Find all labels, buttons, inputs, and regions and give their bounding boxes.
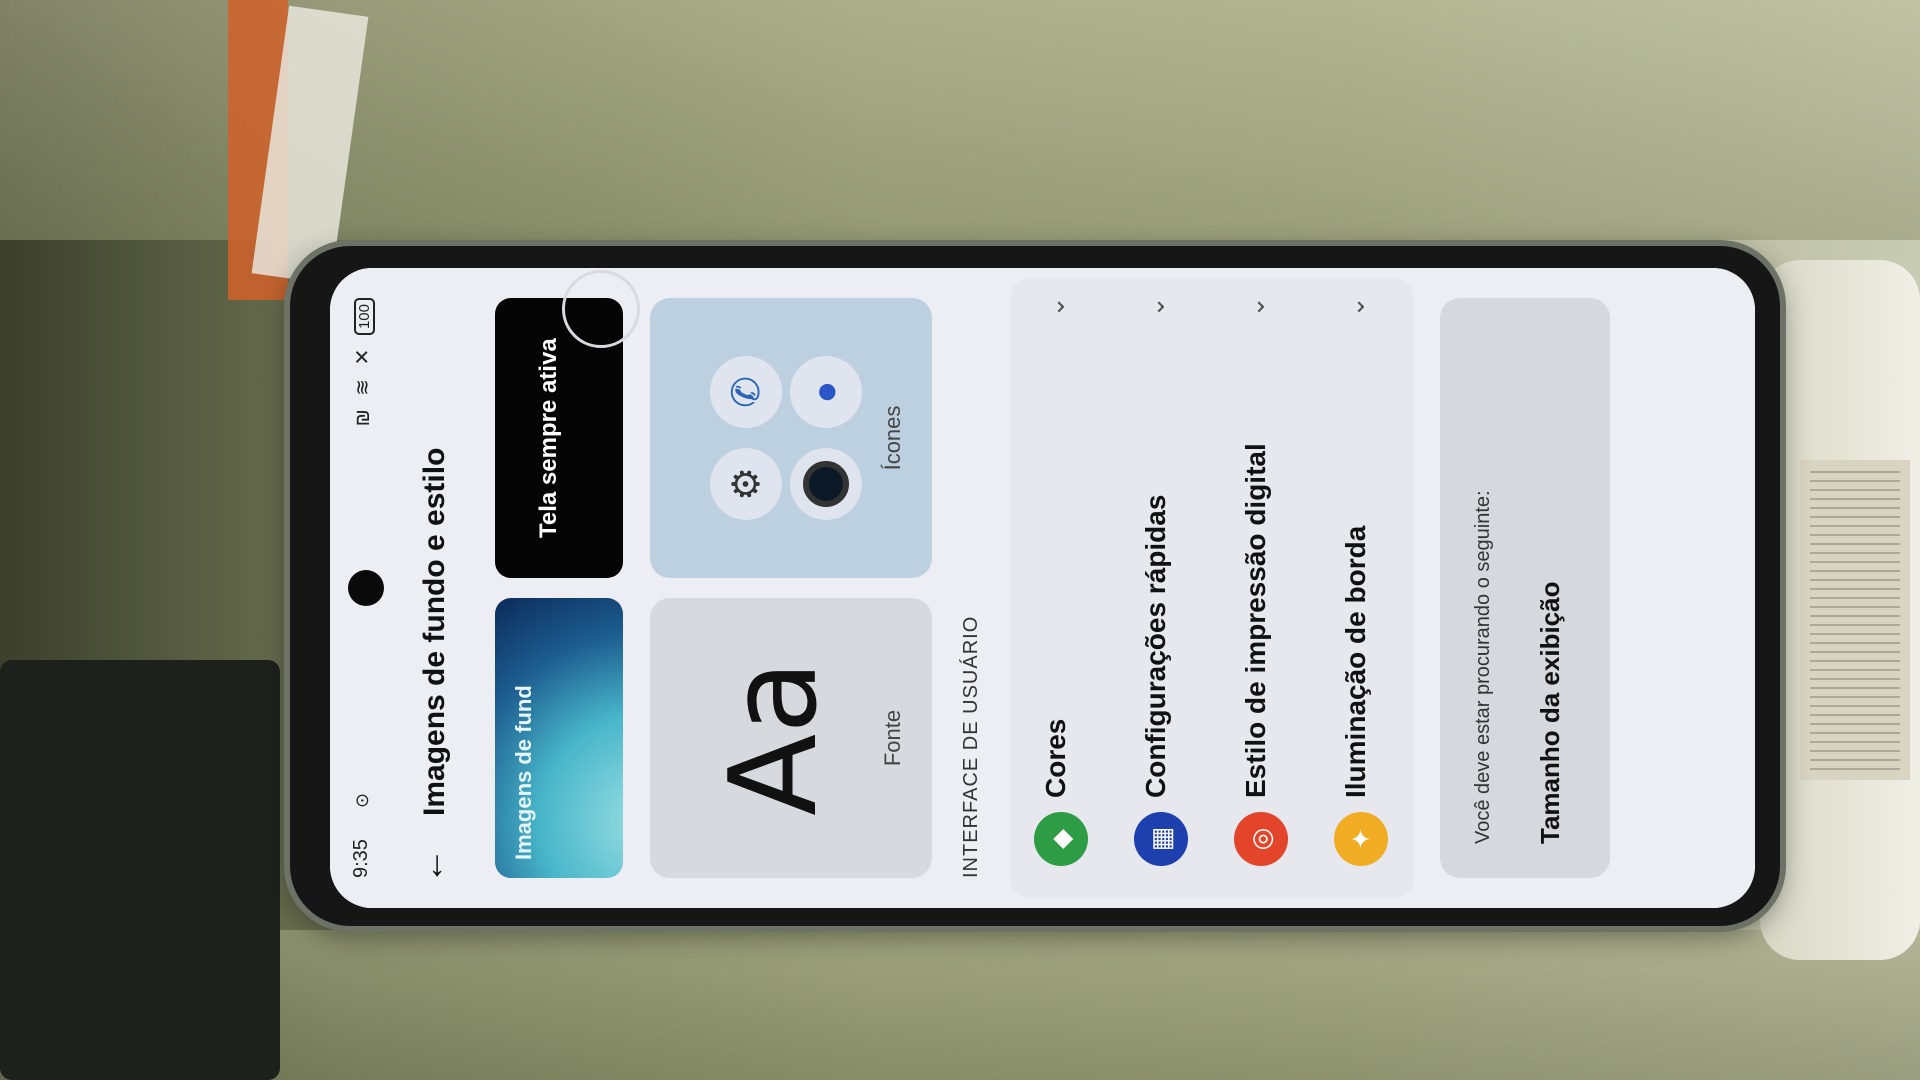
header: ← Imagens de fundo e estilo (410, 268, 470, 908)
mute-icon: ✕ (352, 344, 374, 366)
list-item-label: Cores (1040, 718, 1071, 798)
chevron-down-icon: ⌄ (1140, 296, 1170, 318)
list-item-label: Estilo de impressão digital (1240, 443, 1271, 798)
background-shelf-bottom (0, 930, 1920, 1080)
list-item-edge-lighting[interactable]: ✦ Iluminação de borda ⌄ (1310, 278, 1410, 898)
display-size-link[interactable]: Tamanho da exibição (1535, 582, 1566, 844)
phone-screen: 9:35 ⊙ ₪ ≋ ✕ 100 ← Imagens de fundo e es… (330, 268, 1755, 908)
wallpaper-label: Imagens de fund (511, 685, 536, 860)
quick-settings-icon: ▦ (1134, 812, 1188, 866)
list-item-label: Iluminação de borda (1340, 525, 1371, 798)
edge-lighting-icon: ✦ (1334, 812, 1388, 866)
list-item-label: Configurações rápidas (1140, 494, 1171, 798)
list-item-colors[interactable]: ◆ Cores ⌄ (1010, 278, 1110, 898)
status-time: 9:35 (350, 839, 372, 878)
page-title: Imagens de fundo e estilo (418, 447, 451, 816)
battery-indicator: 100 (354, 298, 375, 336)
suggestion-prompt: Você deve estar procurando o seguinte: (1472, 490, 1494, 844)
wallpaper-preview[interactable]: Imagens de fund (495, 598, 623, 878)
chevron-down-icon: ⌄ (1240, 296, 1270, 318)
suggestion-card: Você deve estar procurando o seguinte: T… (1440, 298, 1610, 878)
settings-gear-icon: ⚙ (710, 448, 782, 520)
phone-icon: ✆ (710, 356, 782, 428)
icons-label: Ícones (880, 405, 905, 471)
wifi-icon: ≋ (352, 374, 374, 396)
front-camera (348, 570, 384, 606)
aod-label: Tela sempre ativa (535, 338, 562, 538)
status-icons: ₪ ≋ ✕ 100 (350, 298, 375, 426)
chevron-down-icon: ⌄ (1340, 296, 1370, 318)
icons-card[interactable]: ⚙ ✆ ● Ícones (650, 298, 932, 578)
section-title: INTERFACE DE USUÁRIO (960, 615, 982, 878)
nfc-icon: ₪ (352, 405, 374, 427)
camera-icon (790, 448, 862, 520)
list-item-fingerprint-style[interactable]: ◎ Estilo de impressão digital ⌄ (1210, 278, 1310, 898)
back-arrow-icon[interactable]: ← (410, 848, 452, 884)
floating-circle (562, 270, 640, 348)
list-item-quick-settings[interactable]: ▦ Configurações rápidas ⌄ (1110, 278, 1210, 898)
sync-icon: ⊙ (352, 792, 372, 808)
mount-label (1800, 460, 1910, 780)
palette-icon: ◆ (1034, 812, 1088, 866)
chevron-down-icon: ⌄ (1040, 296, 1070, 318)
ui-settings-list: ◆ Cores ⌄ ▦ Configurações rápidas ⌄ ◎ Es… (1010, 278, 1414, 898)
contacts-icon: ● (790, 356, 862, 428)
font-sample: Aa (705, 660, 844, 816)
font-card[interactable]: Aa Fonte (650, 598, 932, 878)
screen-content: 9:35 ⊙ ₪ ≋ ✕ 100 ← Imagens de fundo e es… (330, 268, 1755, 908)
background-dark-box (0, 660, 280, 1080)
fingerprint-icon: ◎ (1234, 812, 1288, 866)
font-label: Fonte (880, 709, 905, 767)
